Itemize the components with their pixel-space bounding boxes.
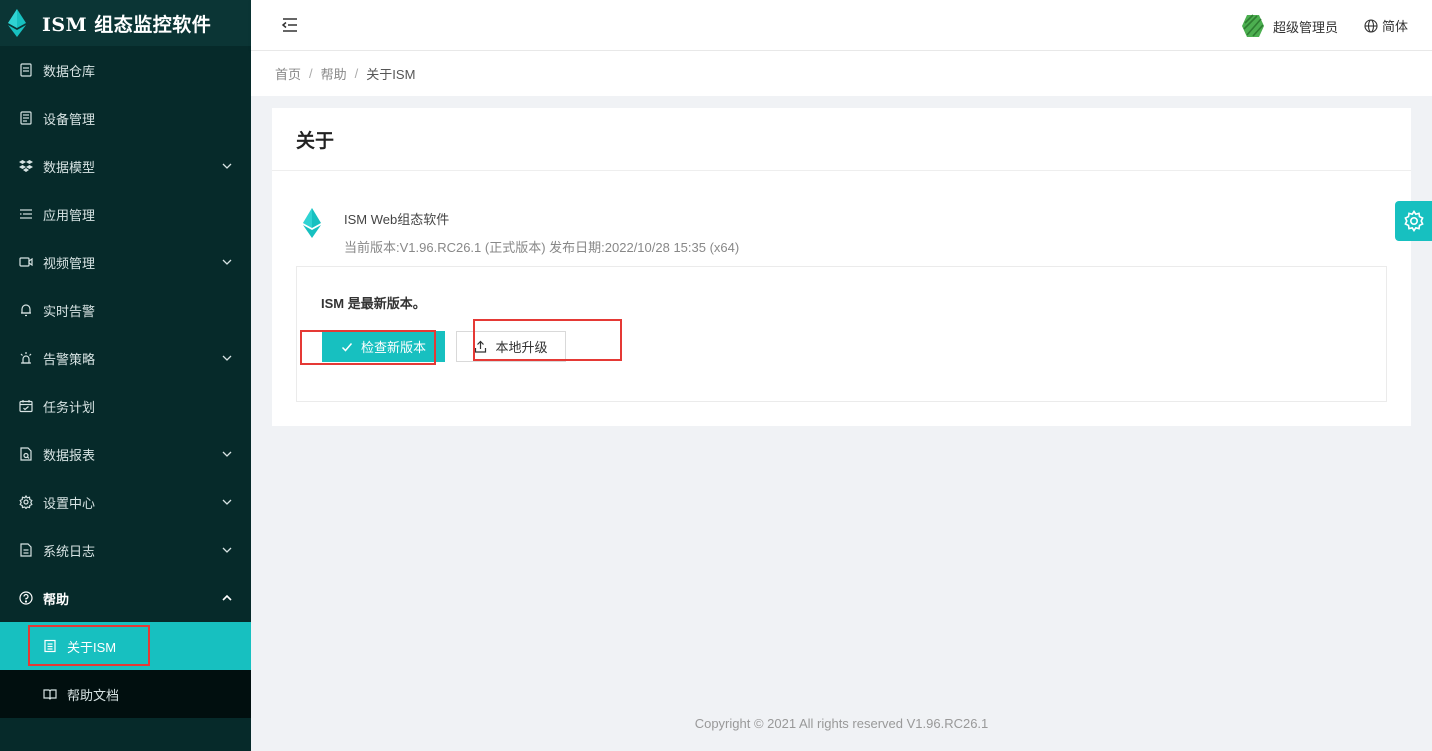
update-panel: ISM 是最新版本。 检查新版本 本地升级 (296, 266, 1387, 402)
sidebar-item-device-management[interactable]: 设备管理 (0, 94, 251, 142)
log-icon (19, 543, 33, 557)
sidebar-subitem-label: 帮助文档 (67, 687, 120, 703)
chevron-down-icon (222, 163, 232, 169)
sidebar-item-video-management[interactable]: 视频管理 (0, 238, 251, 286)
sidebar-item-data-model[interactable]: 数据模型 (0, 142, 251, 190)
menu-fold-icon[interactable] (281, 16, 299, 34)
footer-copyright: Copyright © 2021 All rights reserved V1.… (694, 716, 989, 731)
chevron-down-icon (222, 355, 232, 361)
about-card: 关于 ISM Web组态软件 当前版本:V1.96.RC26.1 (正式版本) … (272, 108, 1411, 426)
app-list-icon (19, 207, 33, 221)
sidebar-item-data-report[interactable]: 数据报表 (0, 430, 251, 478)
sidebar-subitem-about-ism[interactable]: 关于ISM (0, 622, 251, 670)
device-icon (19, 111, 33, 125)
sidebar-item-label: 帮助 (43, 591, 70, 607)
chevron-up-icon (222, 594, 232, 601)
sidebar-item-alarm-policy[interactable]: 告警策略 (0, 334, 251, 382)
sidebar-item-label: 设备管理 (43, 111, 96, 127)
report-icon (19, 447, 33, 461)
sidebar-item-realtime-alarm[interactable]: 实时告警 (0, 286, 251, 334)
model-icon (19, 159, 33, 173)
chevron-down-icon (222, 259, 232, 265)
sidebar-item-data-warehouse[interactable]: 数据仓库 (0, 46, 251, 94)
document-icon (43, 639, 57, 653)
video-icon (19, 255, 33, 269)
settings-drawer-toggle[interactable] (1395, 201, 1432, 241)
breadcrumb-separator: / (354, 66, 359, 81)
upload-icon (475, 340, 487, 353)
sidebar: ISM 组态监控软件 数据仓库 设备管理 数据模型 应用管理 视频管理 实时告警… (0, 0, 251, 751)
sidebar-item-label: 告警策略 (43, 351, 96, 367)
sidebar-menu: 数据仓库 设备管理 数据模型 应用管理 视频管理 实时告警 告警策略 任务计划 … (0, 46, 251, 622)
app-name: ISM Web组态软件 (344, 212, 450, 227)
user-name: 超级管理员 (1272, 19, 1338, 35)
sidebar-item-label: 实时告警 (43, 303, 96, 319)
alarm-light-icon (19, 351, 33, 365)
page-title: 关于 (272, 108, 1411, 171)
check-update-button[interactable]: 检查新版本 (322, 331, 445, 362)
breadcrumb-home[interactable]: 首页 (275, 64, 301, 83)
sidebar-item-help[interactable]: 帮助 (0, 574, 251, 622)
sidebar-subitem-label: 关于ISM (67, 639, 117, 655)
gear-icon (19, 495, 33, 509)
sidebar-item-label: 设置中心 (43, 495, 96, 511)
breadcrumb: 首页 / 帮助 / 关于ISM (251, 51, 1432, 96)
update-status: ISM 是最新版本。 (321, 296, 426, 311)
sidebar-item-system-log[interactable]: 系统日志 (0, 526, 251, 574)
sidebar-item-label: 数据仓库 (43, 63, 96, 79)
sidebar-item-label: 系统日志 (43, 543, 96, 559)
bell-icon (19, 303, 33, 317)
gear-icon (1403, 210, 1424, 232)
sidebar-item-label: 数据模型 (43, 159, 96, 175)
language-switcher[interactable]: 简体 (1364, 16, 1408, 35)
check-icon (341, 342, 353, 352)
sidebar-subitem-help-docs[interactable]: 帮助文档 (0, 670, 251, 718)
chevron-down-icon (222, 547, 232, 553)
sidebar-item-settings-center[interactable]: 设置中心 (0, 478, 251, 526)
local-upgrade-button[interactable]: 本地升级 (456, 331, 566, 362)
breadcrumb-help[interactable]: 帮助 (321, 64, 347, 83)
language-label: 简体 (1381, 19, 1408, 34)
sidebar-item-label: 视频管理 (43, 255, 96, 271)
chevron-down-icon (222, 451, 232, 457)
local-upgrade-label: 本地升级 (495, 340, 548, 355)
version-info: 当前版本:V1.96.RC26.1 (正式版本) 发布日期:2022/10/28… (344, 240, 740, 255)
calendar-icon (19, 399, 33, 413)
chevron-down-icon (222, 499, 232, 505)
sidebar-item-app-management[interactable]: 应用管理 (0, 190, 251, 238)
help-submenu: 关于ISM 帮助文档 (0, 622, 251, 718)
sidebar-item-label: 任务计划 (43, 399, 96, 415)
user-menu[interactable]: 超级管理员 (1241, 14, 1338, 38)
breadcrumb-current: 关于ISM (366, 67, 416, 82)
check-update-label: 检查新版本 (360, 340, 426, 355)
database-icon (19, 63, 33, 77)
globe-icon (1364, 18, 1378, 33)
help-icon (19, 591, 33, 605)
sidebar-item-task-plan[interactable]: 任务计划 (0, 382, 251, 430)
top-header: 超级管理员 简体 (251, 0, 1432, 51)
breadcrumb-separator: / (309, 66, 313, 81)
app-title: ISM 组态监控软件 (42, 13, 212, 36)
book-icon (43, 687, 57, 701)
app-info: ISM Web组态软件 当前版本:V1.96.RC26.1 (正式版本) 发布日… (302, 208, 739, 256)
avatar (1241, 14, 1264, 37)
ethereum-logo-icon (8, 9, 26, 37)
sidebar-item-label: 应用管理 (43, 207, 96, 223)
sidebar-item-label: 数据报表 (43, 447, 96, 463)
ethereum-logo-icon (303, 208, 321, 238)
logo[interactable]: ISM 组态监控软件 (0, 0, 251, 46)
